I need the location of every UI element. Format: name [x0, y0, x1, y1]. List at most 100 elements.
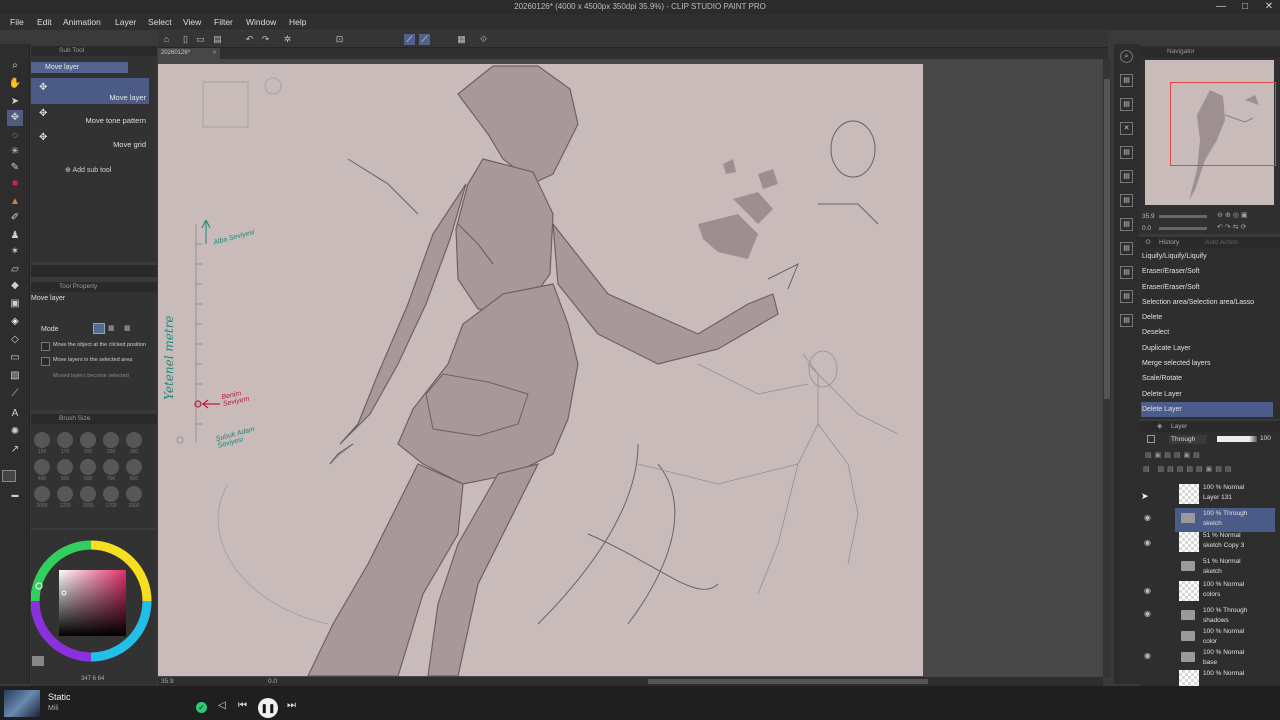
sub-tool-move-tone[interactable]: ✥ Move tone pattern: [31, 106, 149, 128]
brush-size-option[interactable]: [126, 432, 142, 448]
airbrush-icon[interactable]: ♟: [7, 228, 23, 244]
layer-property-icon[interactable]: ▤: [1120, 74, 1133, 87]
layer-row[interactable]: 100 % Normal colors: [1175, 579, 1275, 603]
brush-icon[interactable]: ✐: [7, 210, 23, 226]
brush-size-option[interactable]: [103, 459, 119, 475]
history-tab[interactable]: History: [1159, 239, 1179, 246]
navigator-viewport[interactable]: [1170, 82, 1276, 166]
auto-action-tab[interactable]: Auto Action: [1205, 239, 1238, 246]
pencil-icon[interactable]: ▲: [7, 194, 23, 210]
menu-edit[interactable]: Edit: [37, 17, 52, 27]
item-bank-icon[interactable]: ✕: [1120, 122, 1133, 135]
visibility-eye-icon[interactable]: ◉: [1144, 586, 1151, 595]
brush-size-option[interactable]: [57, 432, 73, 448]
brush-size-option[interactable]: [80, 459, 96, 475]
correct-line-icon[interactable]: ↗: [7, 442, 23, 458]
transparent-color-icon[interactable]: ▬: [7, 488, 23, 504]
blend-icon[interactable]: ◆: [7, 278, 23, 294]
horizontal-scroll-thumb[interactable]: [648, 679, 928, 684]
sub-tool-move-grid[interactable]: ✥ Move grid: [31, 130, 149, 152]
text-icon[interactable]: A: [7, 406, 23, 422]
snap-ruler-icon[interactable]: ⟋: [404, 34, 415, 45]
hand-icon[interactable]: ✋: [7, 76, 23, 92]
rotation-angle[interactable]: 0.0: [268, 678, 277, 685]
balloon-icon[interactable]: ✺: [7, 424, 23, 440]
sub-tool-group-tab[interactable]: Move layer: [31, 62, 128, 73]
history-item[interactable]: Delete: [1141, 310, 1273, 325]
operation-icon[interactable]: ➤: [7, 94, 23, 110]
brush-size-option[interactable]: [57, 459, 73, 475]
navigator-preview[interactable]: [1145, 60, 1276, 205]
history-item[interactable]: Merge selected layers: [1141, 356, 1273, 371]
menu-view[interactable]: View: [183, 17, 201, 27]
move-layer-icon[interactable]: ✥: [7, 110, 23, 126]
grid-icon[interactable]: ▦: [456, 34, 467, 45]
color-wheel[interactable]: [31, 532, 157, 672]
layer-color-box[interactable]: [1147, 435, 1155, 443]
eraser-icon[interactable]: ▱: [7, 262, 23, 278]
zoom-level[interactable]: 35.9: [161, 678, 174, 685]
opacity-value[interactable]: 100: [1260, 435, 1271, 442]
frame-icon[interactable]: ▭: [7, 350, 23, 366]
auto-select-icon[interactable]: ✳: [7, 144, 23, 160]
option-checkbox[interactable]: [41, 342, 50, 351]
mode-option-3-icon[interactable]: ▦: [124, 324, 131, 332]
layer-toolbar-row2[interactable]: ▤ ▤▤▤▤▤▣▤▤: [1143, 465, 1234, 473]
canvas-paper[interactable]: Yetenel metre Alba Seviyesi Benim Seviye…: [158, 64, 923, 676]
brush-size-option[interactable]: [126, 486, 142, 502]
layer-row[interactable]: 51 % Normal sketch Copy 3: [1175, 530, 1275, 554]
pause-button[interactable]: ❚❚: [258, 698, 278, 718]
navigator-zoom-buttons[interactable]: ⊖⊕◎▣: [1217, 211, 1249, 219]
menu-window[interactable]: Window: [246, 17, 276, 27]
zoom-icon[interactable]: ⌕: [7, 58, 23, 74]
home-icon[interactable]: ⌂: [161, 34, 172, 45]
menu-file[interactable]: File: [10, 17, 24, 27]
ruler-icon[interactable]: ⟐: [478, 34, 489, 45]
history-item[interactable]: Liquify/Liquify/Liquify: [1141, 249, 1273, 264]
layer-row[interactable]: 100 % Normal Layer 131: [1175, 482, 1275, 506]
history-item[interactable]: Selection area/Selection area/Lasso: [1141, 295, 1273, 310]
material-3-icon[interactable]: ▤: [1120, 194, 1133, 207]
pen-icon[interactable]: ■: [7, 176, 23, 192]
figure-icon[interactable]: ◇: [7, 332, 23, 348]
mode-option-1[interactable]: [93, 323, 105, 334]
material-6-icon[interactable]: ▤: [1120, 266, 1133, 279]
gradient-icon[interactable]: ◈: [7, 314, 23, 330]
search-icon[interactable]: ⌕: [1120, 50, 1133, 63]
history-item[interactable]: Eraser/Eraser/Soft: [1141, 264, 1273, 279]
brush-size-option[interactable]: [103, 486, 119, 502]
material-2-icon[interactable]: ▤: [1120, 170, 1133, 183]
ruler-tool-icon[interactable]: ▧: [7, 368, 23, 384]
lasso-icon[interactable]: ◌: [7, 128, 23, 144]
snap-icon[interactable]: ✲: [282, 34, 293, 45]
menu-select[interactable]: Select: [148, 17, 172, 27]
check-icon[interactable]: ✓: [196, 702, 207, 713]
skip-forward-icon[interactable]: ⏭: [287, 700, 296, 711]
blend-mode-select[interactable]: Through: [1169, 435, 1207, 444]
visibility-eye-icon[interactable]: ◉: [1144, 513, 1151, 522]
sub-tool-move-layer[interactable]: ✥ Move layer: [31, 78, 149, 104]
maximize-button[interactable]: □: [1234, 0, 1256, 14]
main-color-swatch[interactable]: [2, 470, 16, 482]
add-sub-tool-button[interactable]: ⊕ Add sub tool: [65, 166, 111, 174]
document-tab[interactable]: 20260126* ✕: [158, 48, 220, 59]
navigator-rotate[interactable]: 0.0: [1142, 225, 1151, 232]
option-checkbox[interactable]: [41, 357, 50, 366]
material-8-icon[interactable]: ▤: [1120, 314, 1133, 327]
brush-size-option[interactable]: [34, 486, 50, 502]
fill-icon[interactable]: ▣: [7, 296, 23, 312]
vertical-scroll-thumb[interactable]: [1104, 79, 1110, 399]
new-file-icon[interactable]: ▯: [180, 34, 191, 45]
save-icon[interactable]: ▤: [212, 34, 223, 45]
color-swatch[interactable]: [32, 656, 44, 666]
layer-search-icon[interactable]: ▤: [1120, 98, 1133, 111]
navigator-zoom-slider[interactable]: [1159, 215, 1207, 218]
navigator-rotate-buttons[interactable]: ↶↷⇆⟳: [1217, 223, 1248, 231]
brush-size-option[interactable]: [126, 459, 142, 475]
menu-animation[interactable]: Animation: [63, 17, 101, 27]
history-item[interactable]: Eraser/Eraser/Soft: [1141, 280, 1273, 295]
material-icon[interactable]: ▤: [1120, 146, 1133, 159]
redo-icon[interactable]: ↷: [260, 34, 271, 45]
snap-special-ruler-icon[interactable]: ⟋: [419, 34, 430, 45]
visibility-eye-icon[interactable]: ◉: [1144, 538, 1151, 547]
